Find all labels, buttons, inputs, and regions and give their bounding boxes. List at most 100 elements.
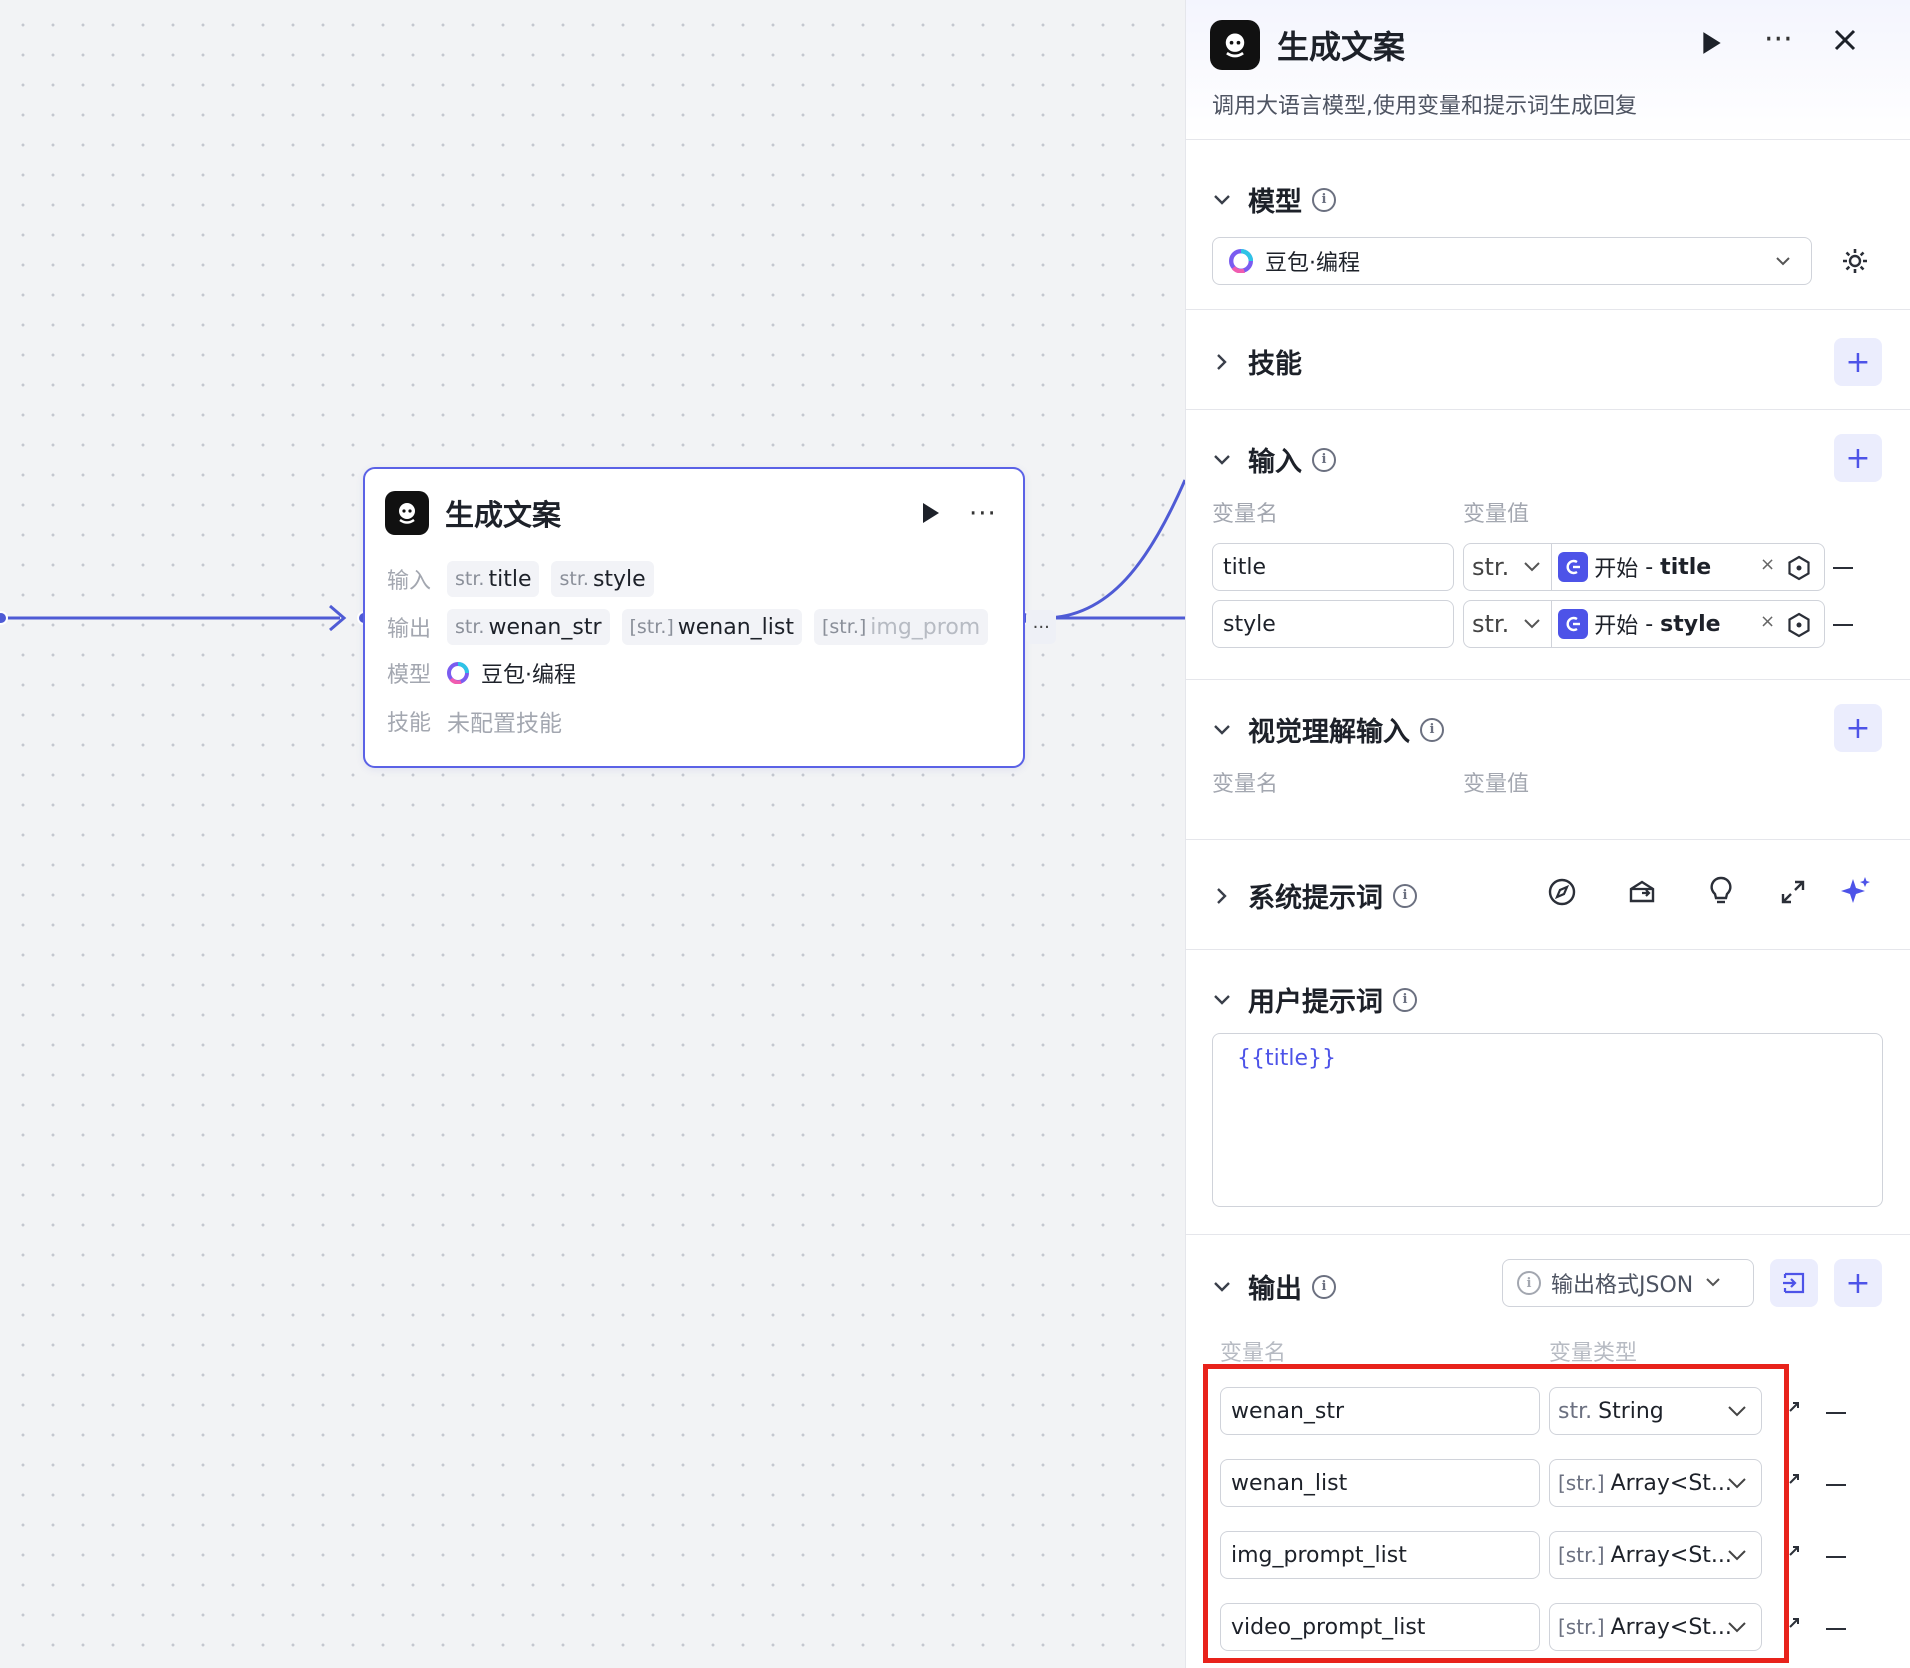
chevron-down-icon: [1524, 619, 1540, 629]
add-skill-button[interactable]: +: [1834, 338, 1882, 386]
vision-col-name: 变量名: [1212, 772, 1279, 797]
variable-picker-icon[interactable]: [1786, 555, 1812, 581]
more-outputs-button[interactable]: ···: [1026, 610, 1057, 644]
chevron-down-icon: [1214, 454, 1230, 465]
run-node-icon[interactable]: [1701, 30, 1723, 56]
variable-picker-icon[interactable]: [1786, 612, 1812, 638]
doubao-logo-icon: [447, 662, 469, 684]
chevron-down-icon: [1214, 1281, 1230, 1292]
import-icon: [1783, 1272, 1805, 1294]
input-section: 输入 i + 变量名 变量值 title str. 开始 - title × st…: [1186, 410, 1910, 680]
llm-node-card[interactable]: 生成文案 ··· 输入 str. title str. style 输出 str. w…: [363, 467, 1057, 768]
input-col-name: 变量名: [1212, 502, 1279, 527]
ai-sparkle-icon[interactable]: [1840, 875, 1872, 907]
vision-col-value: 变量值: [1463, 772, 1530, 797]
user-prompt-editor[interactable]: {{title}}: [1212, 1033, 1883, 1207]
panel-description: 调用大语言模型,使用变量和提示词生成回复: [1212, 94, 1637, 119]
close-icon[interactable]: [1831, 26, 1859, 54]
start-node-icon: [1558, 609, 1589, 639]
llm-node-icon: [1210, 20, 1260, 70]
node-model-label: 模型: [387, 663, 432, 688]
skills-section-header[interactable]: 技能: [1212, 342, 1302, 381]
variable-ref-chip[interactable]: 开始 - style: [1558, 608, 1721, 640]
remove-input-button[interactable]: [1833, 567, 1853, 569]
output-format-select[interactable]: i 输出格式JSON: [1502, 1259, 1754, 1307]
user-prompt-section: 用户提示词 i {{title}}: [1186, 950, 1910, 1235]
compass-icon[interactable]: [1547, 877, 1577, 907]
node-input-tag: str. title: [447, 561, 540, 597]
model-section-header[interactable]: 模型 i: [1212, 180, 1336, 219]
variable-ref-chip[interactable]: 开始 - title: [1558, 551, 1711, 583]
node-model-row: 模型 豆包·编程: [387, 657, 576, 689]
add-input-button[interactable]: +: [1834, 434, 1882, 482]
info-icon[interactable]: i: [1420, 717, 1444, 742]
input-name-field[interactable]: style: [1212, 600, 1454, 648]
chevron-down-icon: [1214, 724, 1230, 735]
remove-output-button[interactable]: [1826, 1412, 1846, 1414]
input-value-select[interactable]: str. 开始 - title ×: [1463, 543, 1825, 591]
node-skill-value: 未配置技能: [447, 711, 562, 737]
lightbulb-icon[interactable]: [1706, 875, 1736, 907]
input-name-field[interactable]: title: [1212, 543, 1454, 591]
workflow-canvas[interactable]: 生成文案 ··· 输入 str. title str. style 输出 str. w…: [0, 0, 1185, 1668]
chevron-right-icon: [1217, 353, 1227, 370]
output-col-type: 变量类型: [1549, 1341, 1638, 1366]
info-icon[interactable]: i: [1393, 987, 1417, 1012]
input-col-value: 变量值: [1463, 502, 1530, 527]
remove-output-button[interactable]: [1826, 1484, 1846, 1486]
panel-header: 生成文案 ··· 调用大语言模型,使用变量和提示词生成回复: [1186, 0, 1910, 140]
type-select[interactable]: str.: [1472, 610, 1509, 638]
node-model-value: 豆包·编程: [481, 663, 576, 688]
system-prompt-section: 系统提示词 i: [1186, 840, 1910, 950]
gear-icon[interactable]: [1840, 246, 1870, 276]
chevron-down-icon: [1214, 994, 1230, 1005]
info-icon: i: [1517, 1271, 1541, 1295]
input-section-header[interactable]: 输入 i: [1212, 440, 1336, 479]
vision-input-section: 视觉理解输入 i + 变量名 变量值: [1186, 680, 1910, 840]
chevron-down-icon: [1706, 1278, 1720, 1287]
node-output-tag: [str.] img_prom: [814, 609, 989, 645]
output-col-name: 变量名: [1220, 1341, 1287, 1366]
output-section-header[interactable]: 输出 i: [1212, 1267, 1336, 1306]
info-icon[interactable]: i: [1312, 187, 1336, 212]
type-select[interactable]: str.: [1472, 553, 1509, 581]
user-prompt-section-header[interactable]: 用户提示词 i: [1212, 980, 1417, 1019]
edges-layer: [6, 479, 1185, 632]
more-icon[interactable]: ···: [1764, 22, 1793, 57]
model-selected-value: 豆包·编程: [1265, 251, 1360, 276]
system-prompt-section-header[interactable]: 系统提示词 i: [1212, 876, 1417, 915]
info-icon[interactable]: i: [1393, 883, 1417, 908]
add-output-button[interactable]: +: [1834, 1259, 1882, 1307]
clear-ref-icon[interactable]: ×: [1760, 554, 1775, 575]
run-node-icon[interactable]: [921, 501, 941, 525]
remove-output-button[interactable]: [1826, 1628, 1846, 1630]
add-vision-input-button[interactable]: +: [1834, 704, 1882, 752]
node-more-icon[interactable]: ···: [969, 499, 997, 529]
model-select[interactable]: 豆包·编程: [1212, 237, 1812, 285]
expand-icon[interactable]: [1779, 878, 1807, 906]
info-icon[interactable]: i: [1312, 447, 1336, 472]
node-input-row: 输入 str. title str. style: [387, 561, 666, 597]
remove-input-button[interactable]: [1833, 624, 1853, 626]
node-input-tag: str. style: [551, 561, 654, 597]
node-skill-row: 技能 未配置技能: [387, 704, 562, 738]
model-section: 模型 i 豆包·编程: [1186, 150, 1910, 310]
node-skill-label: 技能: [387, 711, 432, 736]
import-output-button[interactable]: [1770, 1259, 1818, 1307]
remove-output-button[interactable]: [1826, 1556, 1846, 1558]
chevron-down-icon: [1214, 194, 1230, 205]
clear-ref-icon[interactable]: ×: [1760, 611, 1775, 632]
skills-section: 技能 +: [1186, 310, 1910, 410]
llm-node-icon: [385, 491, 429, 535]
start-node-icon: [1558, 552, 1589, 582]
info-icon[interactable]: i: [1312, 1274, 1336, 1299]
node-output-label: 输出: [387, 617, 432, 642]
prompt-library-icon[interactable]: [1627, 877, 1657, 907]
chevron-down-icon: [1776, 257, 1790, 266]
vision-input-section-header[interactable]: 视觉理解输入 i: [1212, 710, 1444, 749]
node-input-label: 输入: [387, 569, 432, 594]
input-value-select[interactable]: str. 开始 - style ×: [1463, 600, 1825, 648]
outgoing-edge: [1043, 479, 1185, 620]
node-output-row: 输出 str. wenan_str [str.] wenan_list [str.]…: [387, 609, 1057, 645]
node-output-tag: str. wenan_str: [447, 609, 610, 645]
